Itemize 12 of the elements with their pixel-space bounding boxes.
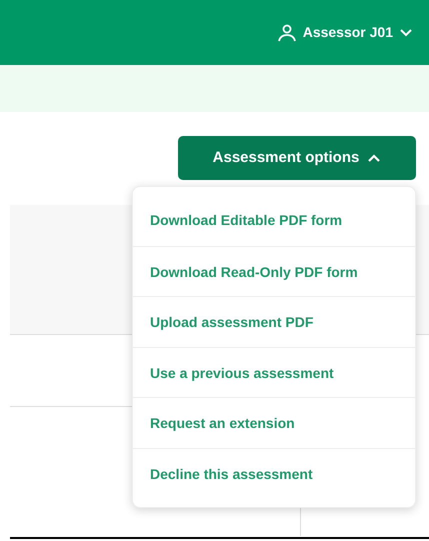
menu-item[interactable]: Use a previous assessment	[133, 346, 415, 397]
menu-item[interactable]: Decline this assessment	[133, 448, 415, 498]
chevron-down-icon	[399, 28, 413, 38]
menu-item[interactable]: Request an extension	[133, 397, 415, 448]
menu-item[interactable]: Download Read-Only PDF form	[133, 246, 415, 296]
menu-item[interactable]: Download Editable PDF form	[133, 195, 415, 246]
user-name: Assessor J01	[302, 23, 393, 42]
user-icon	[276, 24, 297, 42]
assessment-options-button[interactable]: Assessment options	[178, 136, 416, 180]
chevron-up-icon	[367, 153, 382, 163]
menu-item[interactable]: Upload assessment PDF	[133, 296, 415, 346]
user-menu-button[interactable]: Assessor J01	[276, 22, 413, 43]
